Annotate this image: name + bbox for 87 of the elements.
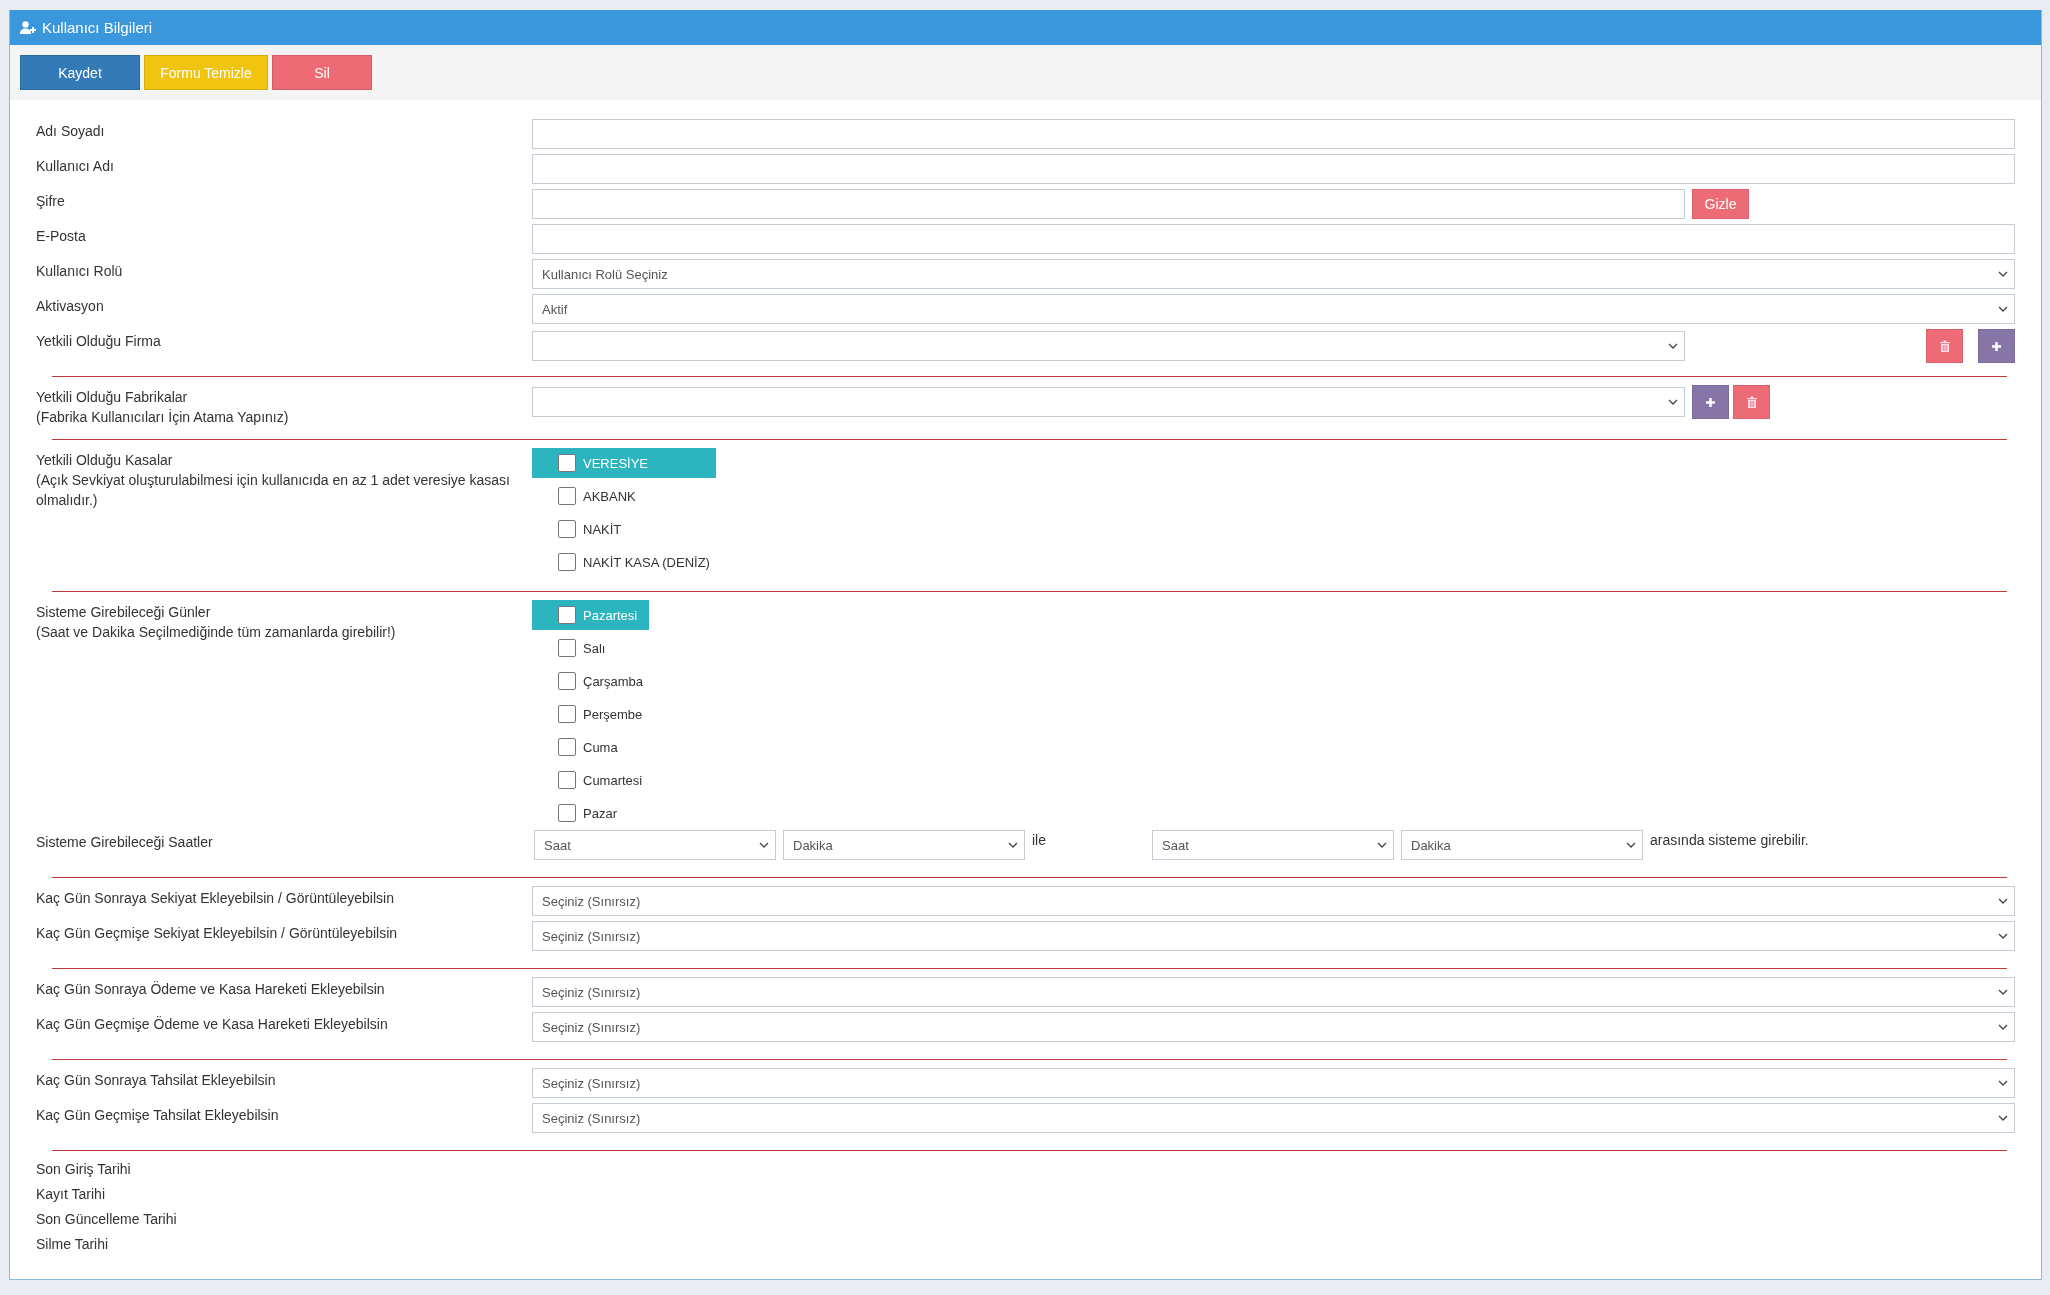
checkbox-option[interactable]: Salı bbox=[532, 633, 649, 663]
chevron-icon bbox=[1626, 842, 1636, 848]
field-label: Şifre bbox=[36, 192, 66, 211]
field-label: E-Posta bbox=[36, 227, 87, 246]
checkbox[interactable] bbox=[558, 771, 576, 789]
plus-icon bbox=[1705, 396, 1716, 408]
chevron-icon bbox=[1998, 1115, 2008, 1121]
dropdown[interactable]: Seçiniz (Sınırsız) bbox=[532, 1103, 2015, 1133]
checkbox-option[interactable]: NAKİT KASA (DENİZ) bbox=[532, 547, 716, 577]
field-label: Sisteme Girebileceği Günler bbox=[36, 603, 212, 622]
dropdown[interactable]: Dakika bbox=[1401, 830, 1643, 860]
field-label: Kaç Gün Sonraya Sekiyat Ekleyebilsin / Görüntüleyebilsin bbox=[36, 889, 395, 908]
chevron-icon bbox=[759, 842, 769, 848]
range-suffix: arasında sisteme girebilir. bbox=[1650, 832, 1809, 848]
text-field[interactable] bbox=[532, 224, 2015, 254]
dropdown[interactable]: Seçiniz (Sınırsız) bbox=[532, 886, 2015, 916]
dropdown[interactable]: Kullanıcı Rolü Seçiniz bbox=[532, 259, 2015, 289]
checkbox[interactable] bbox=[558, 606, 576, 624]
password-field[interactable] bbox=[532, 189, 1685, 219]
text-field[interactable] bbox=[532, 154, 2015, 184]
field-label: Aktivasyon bbox=[36, 297, 105, 316]
checkbox[interactable] bbox=[558, 520, 576, 538]
user-plus-icon bbox=[20, 21, 36, 34]
field-note: (Fabrika Kullanıcıları İçin Atama Yapınız) bbox=[36, 408, 290, 427]
chevron-icon bbox=[1998, 271, 2008, 277]
add-button[interactable] bbox=[1692, 385, 1729, 419]
field-label: Son Giriş Tarihi bbox=[36, 1161, 131, 1177]
chevron-icon bbox=[1998, 306, 2008, 312]
checkbox[interactable] bbox=[558, 454, 576, 472]
chevron-icon bbox=[1998, 898, 2008, 904]
field-label: Sisteme Girebileceği Saatler bbox=[36, 833, 214, 852]
field-label: Adı Soyadı bbox=[36, 122, 106, 141]
text-field[interactable] bbox=[532, 119, 2015, 149]
checkbox-option[interactable]: Cumartesi bbox=[532, 765, 649, 795]
chevron-icon bbox=[1998, 1024, 2008, 1030]
chevron-icon bbox=[1998, 1080, 2008, 1086]
checkbox-option[interactable]: AKBANK bbox=[532, 481, 716, 511]
field-label: Son Güncelleme Tarihi bbox=[36, 1211, 177, 1227]
field-label: Yetkili Olduğu Firma bbox=[36, 332, 162, 351]
checkbox-option[interactable]: Cuma bbox=[532, 732, 649, 762]
chevron-icon bbox=[1008, 842, 1018, 848]
dropdown[interactable]: Dakika bbox=[783, 830, 1025, 860]
chevron-icon bbox=[1668, 399, 1678, 405]
dropdown[interactable]: Saat bbox=[534, 830, 776, 860]
checkbox-option[interactable]: Pazar bbox=[532, 798, 649, 828]
trash-icon bbox=[1746, 396, 1757, 408]
chevron-icon bbox=[1668, 343, 1678, 349]
dropdown[interactable]: Seçiniz (Sınırsız) bbox=[532, 921, 2015, 951]
checkbox[interactable] bbox=[558, 487, 576, 505]
trash-icon bbox=[1939, 340, 1950, 352]
add-button[interactable] bbox=[1978, 329, 2015, 363]
checkbox[interactable] bbox=[558, 705, 576, 723]
checkbox[interactable] bbox=[558, 804, 576, 822]
checkbox-option[interactable]: Perşembe bbox=[532, 699, 649, 729]
field-label: Kaç Gün Sonraya Ödeme ve Kasa Hareketi Ekleyebilsin bbox=[36, 980, 386, 999]
chevron-icon bbox=[1377, 842, 1387, 848]
field-label: Kayıt Tarihi bbox=[36, 1186, 105, 1202]
field-label: Kaç Gün Sonraya Tahsilat Ekleyebilsin bbox=[36, 1071, 277, 1090]
dropdown[interactable]: Seçiniz (Sınırsız) bbox=[532, 1068, 2015, 1098]
panel-title: Kullanıcı Bilgileri bbox=[42, 19, 153, 36]
plus-icon bbox=[1991, 340, 2002, 352]
delete-button[interactable] bbox=[1733, 385, 1770, 419]
field-label: Kaç Gün Geçmişe Ödeme ve Kasa Hareketi Ekleyebilsin bbox=[36, 1015, 389, 1034]
range-joiner: ile bbox=[1032, 832, 1047, 848]
field-label: Kullanıcı Rolü bbox=[36, 262, 124, 281]
checkbox-option[interactable]: Çarşamba bbox=[532, 666, 649, 696]
checkbox[interactable] bbox=[558, 553, 576, 571]
delete-button[interactable] bbox=[1926, 329, 1963, 363]
field-label: Kullanıcı Adı bbox=[36, 157, 115, 176]
checkbox[interactable] bbox=[558, 639, 576, 657]
checkbox[interactable] bbox=[558, 672, 576, 690]
field-label: Silme Tarihi bbox=[36, 1236, 109, 1252]
dropdown[interactable]: Seçiniz (Sınırsız) bbox=[532, 1012, 2015, 1042]
chevron-icon bbox=[1998, 989, 2008, 995]
checkbox[interactable] bbox=[558, 738, 576, 756]
field-label: Kaç Gün Geçmişe Sekiyat Ekleyebilsin / Görüntüleyebilsin bbox=[36, 924, 399, 943]
dropdown[interactable]: Saat bbox=[1152, 830, 1394, 860]
field-label: Kaç Gün Geçmişe Tahsilat Ekleyebilsin bbox=[36, 1106, 280, 1125]
field-label: Yetkili Olduğu Fabrikalar bbox=[36, 388, 189, 407]
field-label: Yetkili Olduğu Kasalar bbox=[36, 451, 174, 470]
toolbar-button[interactable]: Kaydet bbox=[20, 55, 140, 90]
chevron-icon bbox=[1998, 933, 2008, 939]
checkbox-option[interactable]: NAKİT bbox=[532, 514, 716, 544]
field-note: (Saat ve Dakika Seçilmediğinde tüm zamanlarda girebilir!) bbox=[36, 623, 397, 642]
dropdown[interactable]: Aktif bbox=[532, 294, 2015, 324]
dropdown[interactable]: Seçiniz (Sınırsız) bbox=[532, 977, 2015, 1007]
field-note: (Açık Sevkiyat oluşturulabilmesi için kullanıcıda en az 1 adet veresiye kasası olmalıdır.) bbox=[36, 471, 511, 510]
